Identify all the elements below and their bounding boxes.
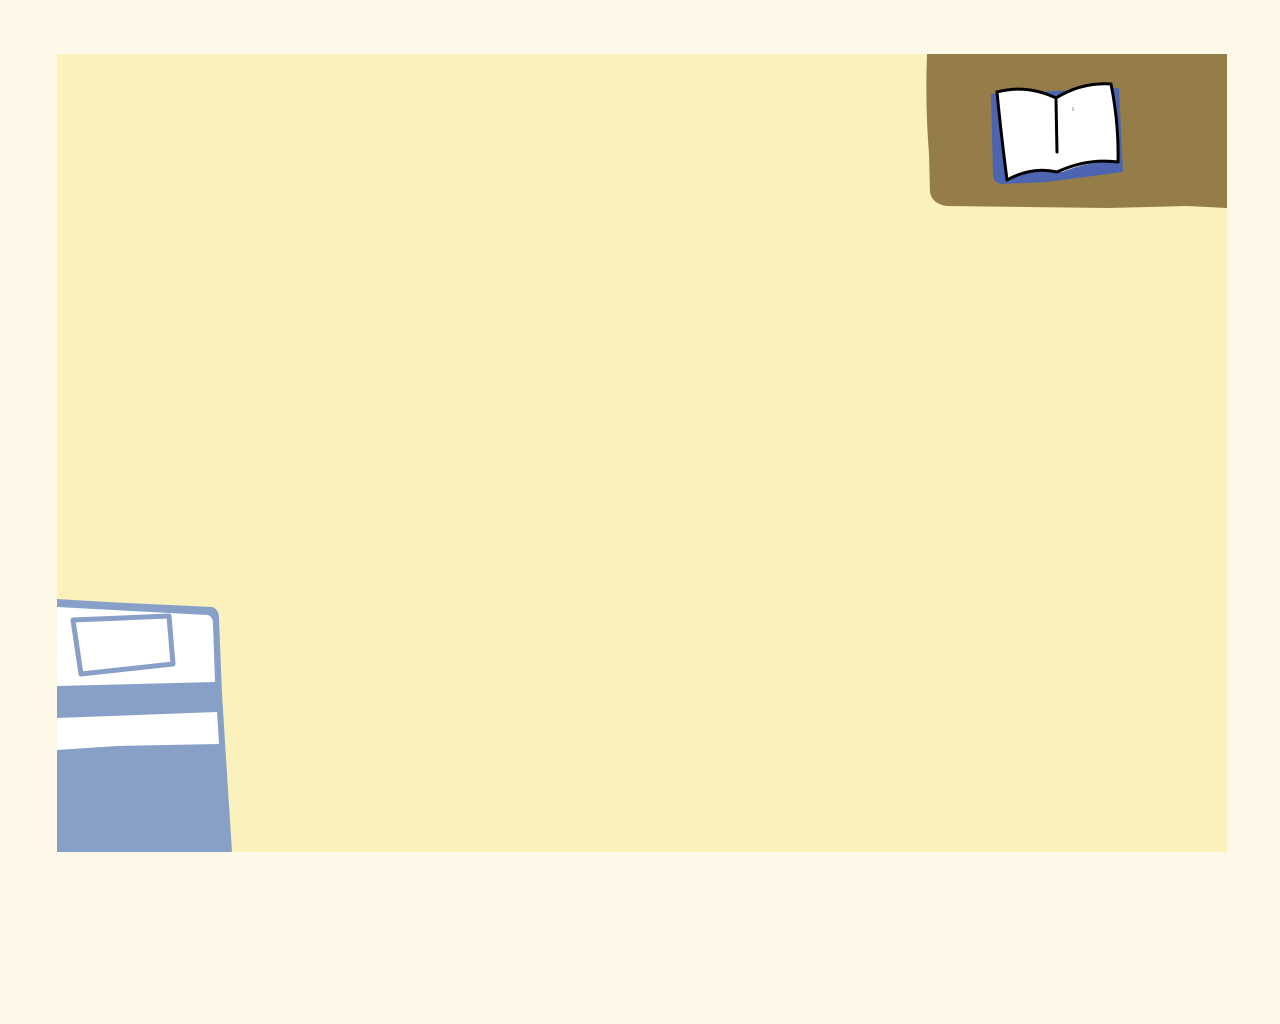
book-spine	[1054, 98, 1059, 154]
pillow-icon[interactable]	[70, 613, 176, 677]
book-right-page	[1056, 83, 1119, 172]
bed-sheet-fold	[57, 712, 219, 750]
room-scene	[57, 54, 1227, 852]
open-book[interactable]	[991, 82, 1123, 184]
game-stage	[57, 54, 1227, 852]
bed[interactable]	[57, 599, 232, 852]
